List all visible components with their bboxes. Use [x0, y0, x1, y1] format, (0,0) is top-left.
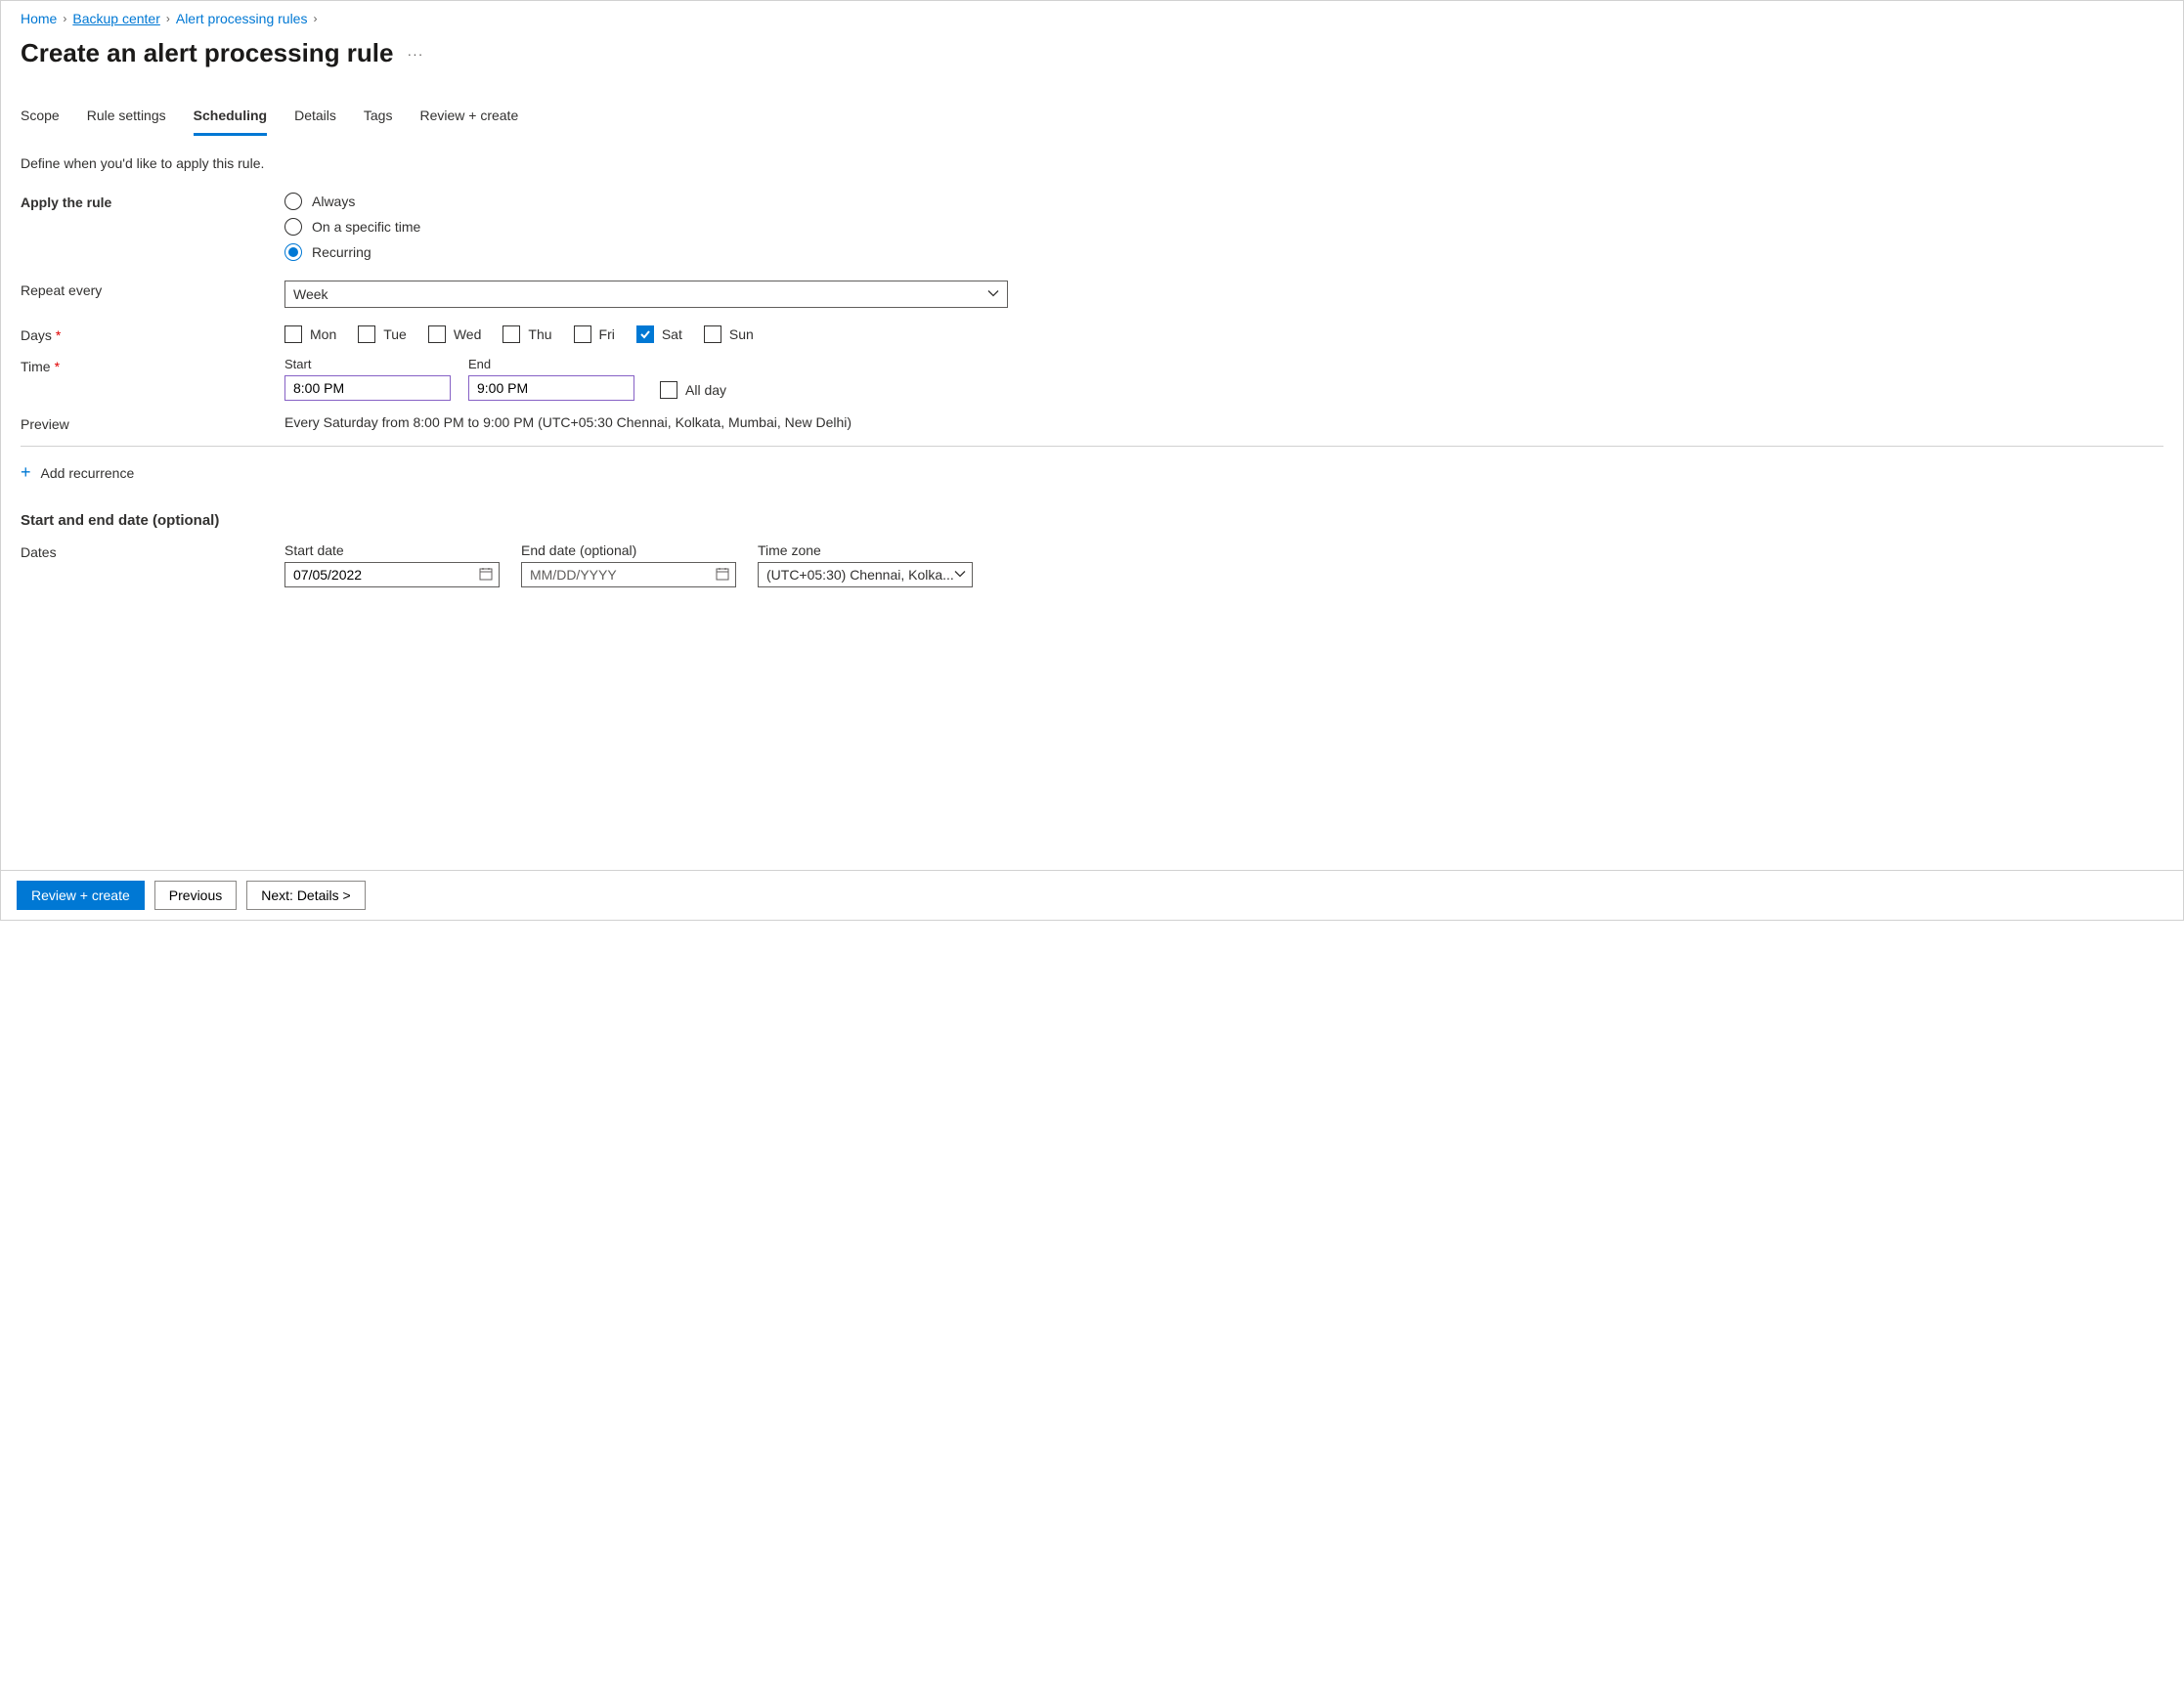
review-create-button[interactable]: Review + create [17, 881, 145, 910]
checkbox-label: Sun [729, 326, 754, 342]
checkbox-icon [284, 325, 302, 343]
footer-bar: Review + create Previous Next: Details > [1, 870, 2183, 920]
radio-label: Always [312, 194, 355, 209]
start-time-input[interactable] [284, 375, 451, 401]
checkbox-icon [660, 381, 677, 399]
select-value: Week [293, 286, 328, 302]
checkbox-thu[interactable]: Thu [502, 325, 551, 343]
previous-button[interactable]: Previous [154, 881, 237, 910]
radio-icon [284, 193, 302, 210]
checkbox-wed[interactable]: Wed [428, 325, 482, 343]
checkbox-icon [428, 325, 446, 343]
checkbox-label: Mon [310, 326, 336, 342]
days-label: Days* [21, 325, 284, 343]
radio-label: On a specific time [312, 219, 420, 235]
calendar-icon [716, 567, 729, 584]
chevron-right-icon: › [166, 12, 170, 25]
checkbox-label: Sat [662, 326, 682, 342]
radio-icon [284, 218, 302, 236]
start-time-label: Start [284, 357, 451, 371]
breadcrumb: Home › Backup center › Alert processing … [21, 11, 2163, 26]
start-date-field[interactable] [293, 567, 459, 583]
breadcrumb-backup-center[interactable]: Backup center [72, 11, 160, 26]
dates-label: Dates [21, 542, 284, 587]
checkbox-icon [502, 325, 520, 343]
checkbox-mon[interactable]: Mon [284, 325, 336, 343]
end-date-input[interactable] [521, 562, 736, 587]
checkbox-label: Fri [599, 326, 615, 342]
checkbox-label: Thu [528, 326, 551, 342]
breadcrumb-alert-rules[interactable]: Alert processing rules [176, 11, 308, 26]
add-recurrence-button[interactable]: + Add recurrence [21, 458, 2163, 487]
description-text: Define when you'd like to apply this rul… [21, 155, 2163, 171]
tab-rule-settings[interactable]: Rule settings [87, 106, 166, 136]
checkbox-icon [358, 325, 375, 343]
time-label: Time* [21, 357, 284, 401]
checkbox-icon [704, 325, 721, 343]
tab-scheduling[interactable]: Scheduling [194, 106, 267, 136]
radio-selected-icon [284, 243, 302, 261]
all-day-label: All day [685, 382, 726, 398]
tab-details[interactable]: Details [294, 106, 336, 136]
chevron-right-icon: › [313, 12, 317, 25]
tab-bar: Scope Rule settings Scheduling Details T… [21, 106, 2163, 136]
add-recurrence-label: Add recurrence [41, 465, 135, 481]
page-title: Create an alert processing rule [21, 38, 393, 68]
checkbox-checked-icon [636, 325, 654, 343]
tab-scope[interactable]: Scope [21, 106, 60, 136]
checkbox-icon [574, 325, 591, 343]
end-date-field[interactable] [530, 567, 696, 583]
end-time-input[interactable] [468, 375, 634, 401]
end-time-label: End [468, 357, 634, 371]
start-date-input[interactable] [284, 562, 500, 587]
start-end-heading: Start and end date (optional) [21, 512, 2163, 529]
chevron-down-icon [987, 287, 999, 302]
checkbox-all-day[interactable]: All day [660, 381, 726, 401]
preview-label: Preview [21, 414, 284, 432]
timezone-value: (UTC+05:30) Chennai, Kolka... [766, 567, 954, 583]
plus-icon: + [21, 462, 31, 483]
breadcrumb-home[interactable]: Home [21, 11, 57, 26]
checkbox-sat[interactable]: Sat [636, 325, 682, 343]
end-date-label: End date (optional) [521, 542, 736, 558]
radio-label: Recurring [312, 244, 371, 260]
more-actions-button[interactable]: ··· [407, 46, 423, 62]
tab-review-create[interactable]: Review + create [419, 106, 518, 136]
timezone-label: Time zone [758, 542, 973, 558]
calendar-icon [479, 567, 493, 584]
checkbox-label: Wed [454, 326, 482, 342]
radio-always[interactable]: Always [284, 193, 1008, 210]
chevron-right-icon: › [63, 12, 66, 25]
repeat-every-select[interactable]: Week [284, 281, 1008, 308]
checkbox-fri[interactable]: Fri [574, 325, 615, 343]
tab-tags[interactable]: Tags [364, 106, 393, 136]
repeat-every-label: Repeat every [21, 281, 284, 308]
next-details-button[interactable]: Next: Details > [246, 881, 365, 910]
radio-recurring[interactable]: Recurring [284, 243, 1008, 261]
divider [21, 446, 2163, 447]
start-date-label: Start date [284, 542, 500, 558]
timezone-select[interactable]: (UTC+05:30) Chennai, Kolka... [758, 562, 973, 587]
checkbox-sun[interactable]: Sun [704, 325, 754, 343]
checkbox-label: Tue [383, 326, 407, 342]
preview-text: Every Saturday from 8:00 PM to 9:00 PM (… [284, 414, 852, 430]
radio-specific-time[interactable]: On a specific time [284, 218, 1008, 236]
apply-rule-label: Apply the rule [21, 193, 284, 261]
chevron-down-icon [954, 568, 966, 583]
checkbox-tue[interactable]: Tue [358, 325, 407, 343]
